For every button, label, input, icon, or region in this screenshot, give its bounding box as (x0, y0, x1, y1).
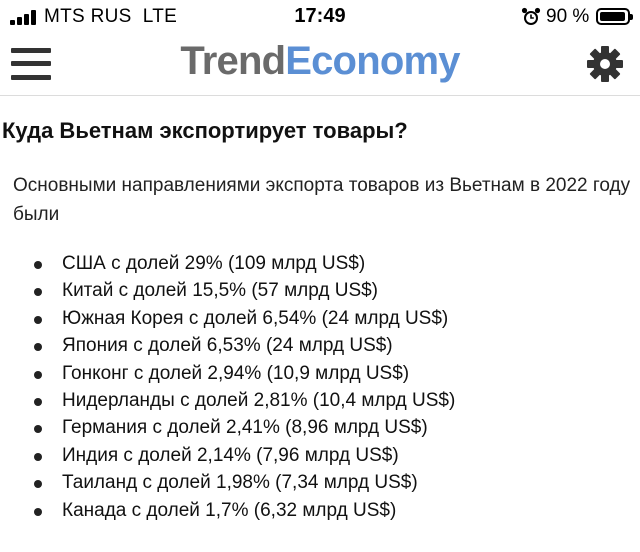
bullet-icon (34, 425, 42, 434)
list-item-text: Гонконг с долей 2,94% (10,9 млрд US$) (62, 362, 410, 384)
list-item: Индия с долей 2,14% (7,96 млрд US$) (34, 442, 455, 469)
intro-text: Основными направлениями экспорта товаров… (13, 175, 631, 225)
list-item-text: Япония с долей 6,53% (24 млрд US$) (62, 335, 393, 357)
bullet-icon (34, 261, 42, 269)
bullet-icon (34, 507, 42, 516)
alarm-icon (521, 7, 541, 25)
settings-button[interactable] (586, 45, 624, 83)
battery-percent: 90 % (546, 6, 590, 27)
logo-trend: Trend (180, 39, 286, 83)
list-item-text: США с долей 29% (109 млрд US$) (62, 253, 366, 274)
status-bar: MTS RUS LTE 17:49 90 % (0, 0, 640, 34)
gear-icon (587, 46, 623, 82)
logo[interactable]: TrendEconomy (0, 39, 640, 84)
page-title: Куда Вьетнам экспортирует товары? (2, 118, 408, 143)
list-item: США с долей 29% (109 млрд US$) (34, 250, 455, 277)
logo-economy: Economy (285, 39, 460, 83)
list-item-text: Германия с долей 2,41% (8,96 млрд US$) (62, 417, 428, 439)
bullet-icon (34, 452, 42, 461)
bullet-icon (34, 315, 42, 324)
bullet-icon (34, 288, 42, 297)
clock: 17:49 (294, 5, 346, 27)
list-item-text: Таиланд с долей 1,98% (7,34 млрд US$) (62, 472, 418, 494)
list-item: Германия с долей 2,41% (8,96 млрд US$) (34, 414, 455, 441)
bullet-icon (34, 370, 42, 379)
list-item-text: Китай с долей 15,5% (57 млрд US$) (62, 280, 379, 302)
list-item: Нидерланды с долей 2,81% (10,4 млрд US$) (34, 387, 455, 414)
list-item: Таиланд с долей 1,98% (7,34 млрд US$) (34, 469, 455, 496)
list-item: Япония с долей 6,53% (24 млрд US$) (34, 332, 455, 359)
export-destinations-list: США с долей 29% (109 млрд US$) Китай с до… (34, 250, 455, 524)
list-item: Гонконг с долей 2,94% (10,9 млрд US$) (34, 360, 455, 387)
list-item: Китай с долей 15,5% (57 млрд US$) (34, 277, 455, 304)
bullet-icon (34, 343, 42, 352)
bullet-icon (34, 480, 42, 489)
bullet-icon (34, 398, 42, 407)
list-item-text: Индия с долей 2,14% (7,96 млрд US$) (62, 444, 399, 466)
battery-icon (596, 8, 633, 25)
list-item: Канада с долей 1,7% (6,32 млрд US$) (34, 497, 455, 524)
app-header: TrendEconomy (0, 34, 640, 96)
list-item-text: Канада с долей 1,7% (6,32 млрд US$) (62, 499, 397, 521)
list-item: Южная Корея с долей 6,54% (24 млрд US$) (34, 305, 455, 332)
list-item-text: Южная Корея с долей 6,54% (24 млрд US$) (62, 307, 449, 329)
list-item-text: Нидерланды с долей 2,81% (10,4 млрд US$) (62, 390, 456, 412)
